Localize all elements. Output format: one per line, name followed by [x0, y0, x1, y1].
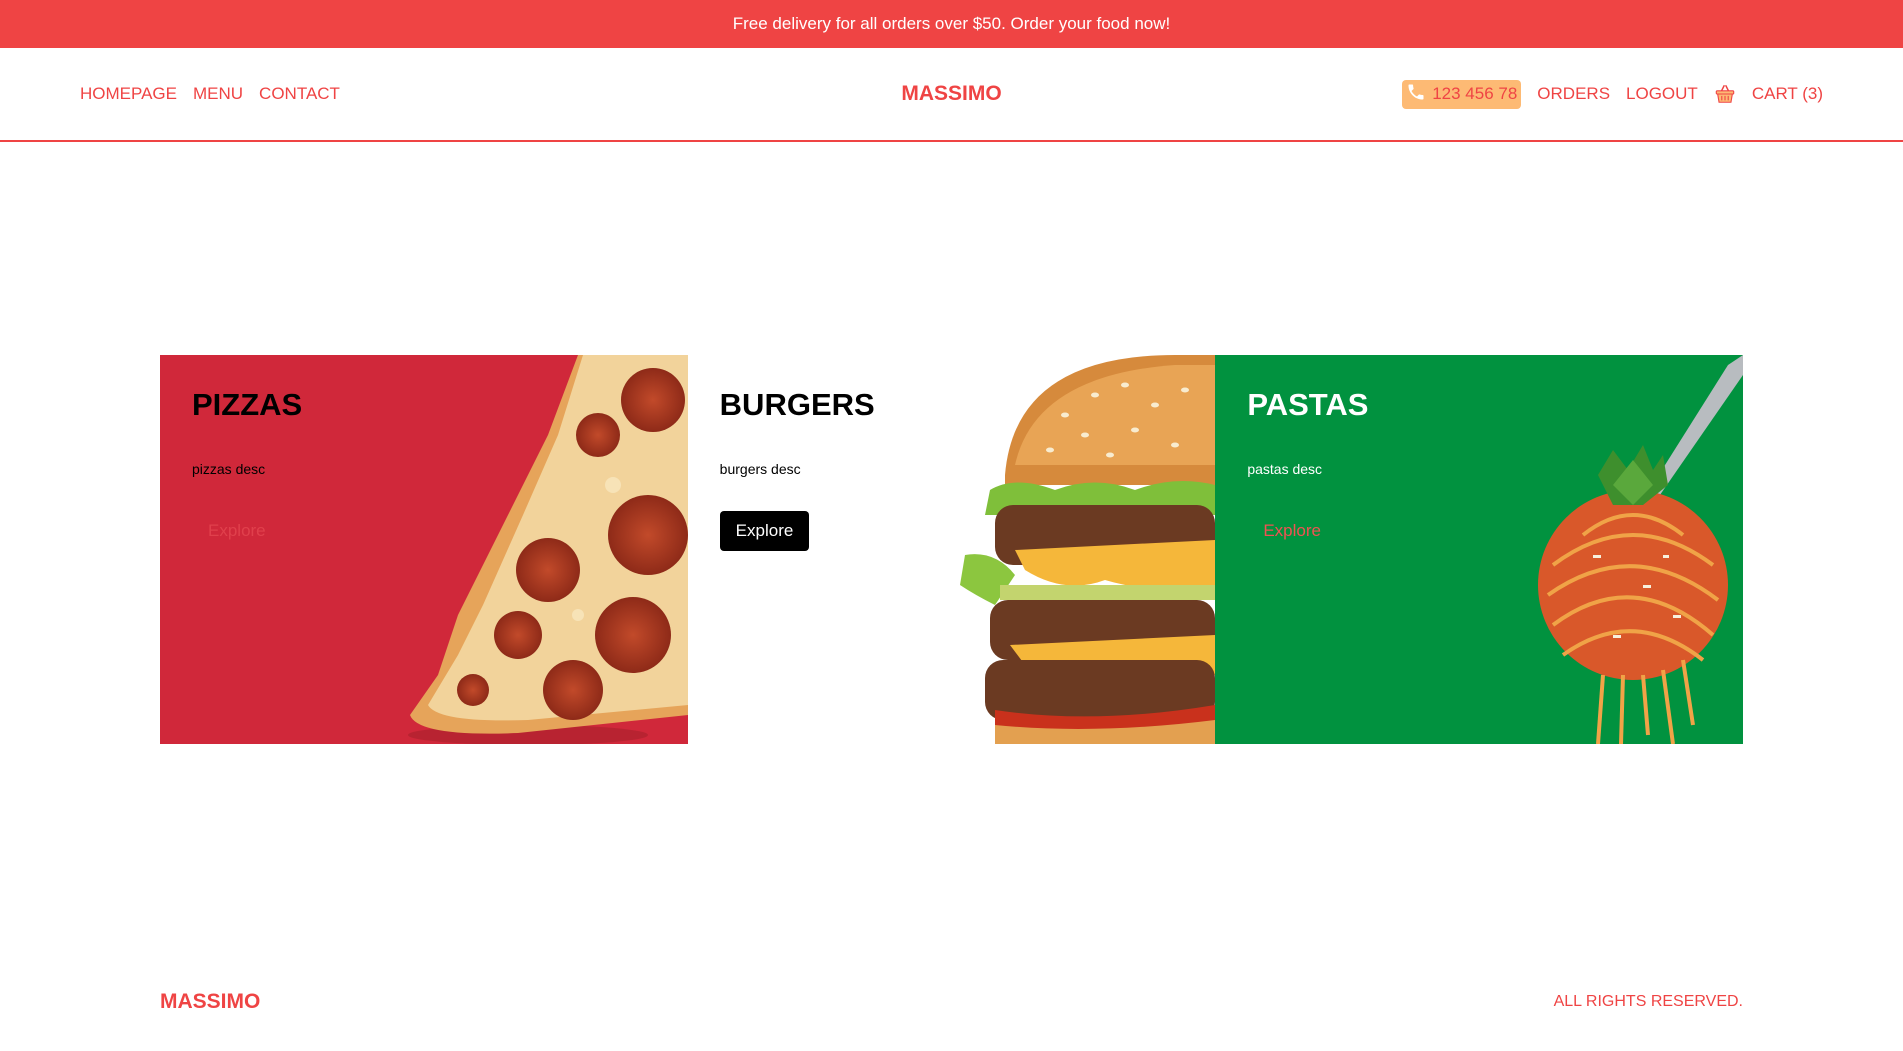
card-content: PASTAS pastas desc Explore — [1247, 387, 1711, 551]
nav-link-orders[interactable]: ORDERS — [1537, 84, 1610, 104]
footer-rights-text: ALL RIGHTS RESERVED. — [1553, 993, 1743, 1010]
explore-burgers-button[interactable]: Explore — [719, 511, 810, 551]
card-content: PIZZAS pizzas desc Explore — [192, 387, 656, 551]
card-description: pastas desc — [1247, 461, 1323, 477]
nav-link-menu[interactable]: MENU — [193, 84, 243, 104]
category-cards: PIZZAS pizzas desc Explore BURGERS burge… — [160, 355, 1744, 744]
nav-actions: 123 456 78 ORDERS LOGOUT CART (3) — [1402, 79, 1823, 109]
cart-link[interactable]: CART (3) — [1714, 83, 1823, 105]
site-footer: MASSIMO ALL RIGHTS RESERVED. — [160, 990, 1743, 1014]
announcement-text: Free delivery for all orders over $50. O… — [732, 14, 1171, 33]
nav-link-contact[interactable]: CONTACT — [259, 84, 340, 104]
phone-icon — [1406, 82, 1426, 107]
card-title: PIZZAS — [192, 387, 303, 422]
shopping-basket-icon — [1714, 83, 1736, 105]
category-card-burgers: BURGERS burgers desc Explore — [687, 355, 1216, 744]
category-card-pastas: PASTAS pastas desc Explore — [1215, 355, 1744, 744]
category-card-pizzas: PIZZAS pizzas desc Explore — [160, 355, 688, 744]
phone-number: 123 456 78 — [1432, 84, 1518, 103]
card-description: burgers desc — [719, 461, 801, 477]
explore-pastas-button[interactable]: Explore — [1247, 511, 1337, 551]
phone-badge[interactable]: 123 456 78 — [1402, 79, 1522, 109]
nav-link-logout[interactable]: LOGOUT — [1626, 84, 1698, 104]
card-content: BURGERS burgers desc Explore — [719, 387, 1184, 551]
footer-brand[interactable]: MASSIMO — [160, 990, 260, 1014]
nav-link-homepage[interactable]: HOMEPAGE — [80, 84, 177, 104]
announcement-bar: Free delivery for all orders over $50. O… — [0, 0, 1903, 48]
cart-label: CART (3) — [1751, 84, 1823, 103]
main-navbar: HOMEPAGE MENU CONTACT MASSIMO 123 456 78… — [0, 48, 1903, 142]
nav-links: HOMEPAGE MENU CONTACT — [80, 84, 340, 104]
explore-pizzas-button[interactable]: Explore — [192, 511, 282, 551]
brand-logo[interactable]: MASSIMO — [901, 82, 1001, 106]
card-title: PASTAS — [1247, 387, 1369, 422]
card-description: pizzas desc — [192, 461, 266, 477]
card-title: BURGERS — [719, 387, 875, 422]
